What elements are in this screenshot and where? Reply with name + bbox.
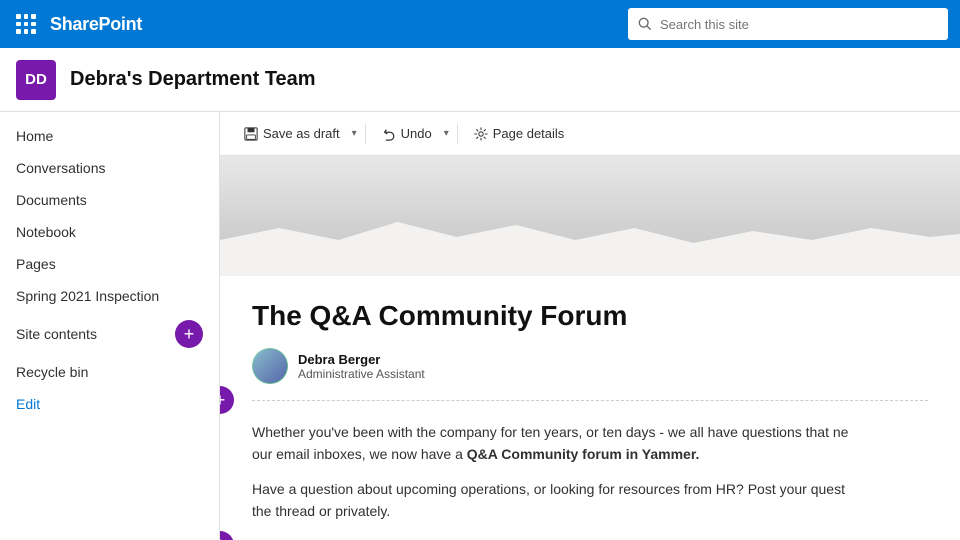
- waffle-menu-icon[interactable]: [12, 10, 40, 38]
- sharepoint-logo: SharePoint: [50, 14, 142, 35]
- gear-icon: [474, 127, 488, 141]
- avatar: DD: [16, 60, 56, 100]
- author-name: Debra Berger: [298, 352, 425, 367]
- search-icon: [638, 17, 652, 31]
- toolbar-divider: [365, 124, 366, 144]
- sidebar-item-notebook[interactable]: Notebook: [0, 216, 219, 248]
- search-input[interactable]: [660, 17, 938, 32]
- main-layout: Home Conversations Documents Notebook Pa…: [0, 112, 960, 540]
- add-site-content-button[interactable]: +: [175, 320, 203, 348]
- sidebar-item-pages[interactable]: Pages: [0, 248, 219, 280]
- editor-toolbar: Save as draft ▾ Undo ▾ Page details: [220, 112, 960, 156]
- sidebar-item-conversations[interactable]: Conversations: [0, 152, 219, 184]
- author-info: Debra Berger Administrative Assistant: [298, 352, 425, 381]
- page-details-button[interactable]: Page details: [466, 122, 573, 145]
- search-box[interactable]: [628, 8, 948, 40]
- site-header: DD Debra's Department Team: [0, 48, 960, 112]
- sidebar-item-documents[interactable]: Documents: [0, 184, 219, 216]
- page-content-card: The Q&A Community Forum Debra Berger Adm…: [220, 276, 960, 540]
- page-content-wrapper: + The Q&A Community Forum Debra Berger A…: [220, 276, 960, 540]
- page-title: The Q&A Community Forum: [252, 300, 928, 332]
- top-navigation-bar: SharePoint: [0, 0, 960, 48]
- save-as-draft-button[interactable]: Save as draft: [236, 122, 348, 145]
- undo-chevron-icon[interactable]: ▾: [444, 128, 449, 139]
- undo-button[interactable]: Undo: [374, 122, 440, 145]
- content-area: Save as draft ▾ Undo ▾ Page details: [220, 112, 960, 540]
- undo-icon: [382, 127, 396, 141]
- page-paragraph-2: Have a question about upcoming operation…: [252, 478, 928, 523]
- author-row: Debra Berger Administrative Assistant: [252, 348, 928, 401]
- save-draft-chevron-icon[interactable]: ▾: [352, 128, 357, 139]
- page-paragraph-1: Whether you've been with the company for…: [252, 421, 928, 466]
- author-avatar: [252, 348, 288, 384]
- site-title: Debra's Department Team: [70, 68, 316, 91]
- sidebar-edit-link[interactable]: Edit: [0, 388, 219, 420]
- page-body: + The Q&A Community Forum Debra Berger A…: [220, 156, 960, 540]
- page-hero-image: [220, 156, 960, 276]
- toolbar-divider-2: [457, 124, 458, 144]
- sidebar-item-recycle-bin[interactable]: Recycle bin: [0, 356, 219, 388]
- sidebar-item-spring-inspection[interactable]: Spring 2021 Inspection: [0, 280, 219, 312]
- sidebar-item-site-contents[interactable]: Site contents +: [0, 312, 219, 356]
- author-role: Administrative Assistant: [298, 367, 425, 381]
- sidebar-item-home[interactable]: Home: [0, 120, 219, 152]
- save-draft-icon: [244, 127, 258, 141]
- sidebar: Home Conversations Documents Notebook Pa…: [0, 112, 220, 540]
